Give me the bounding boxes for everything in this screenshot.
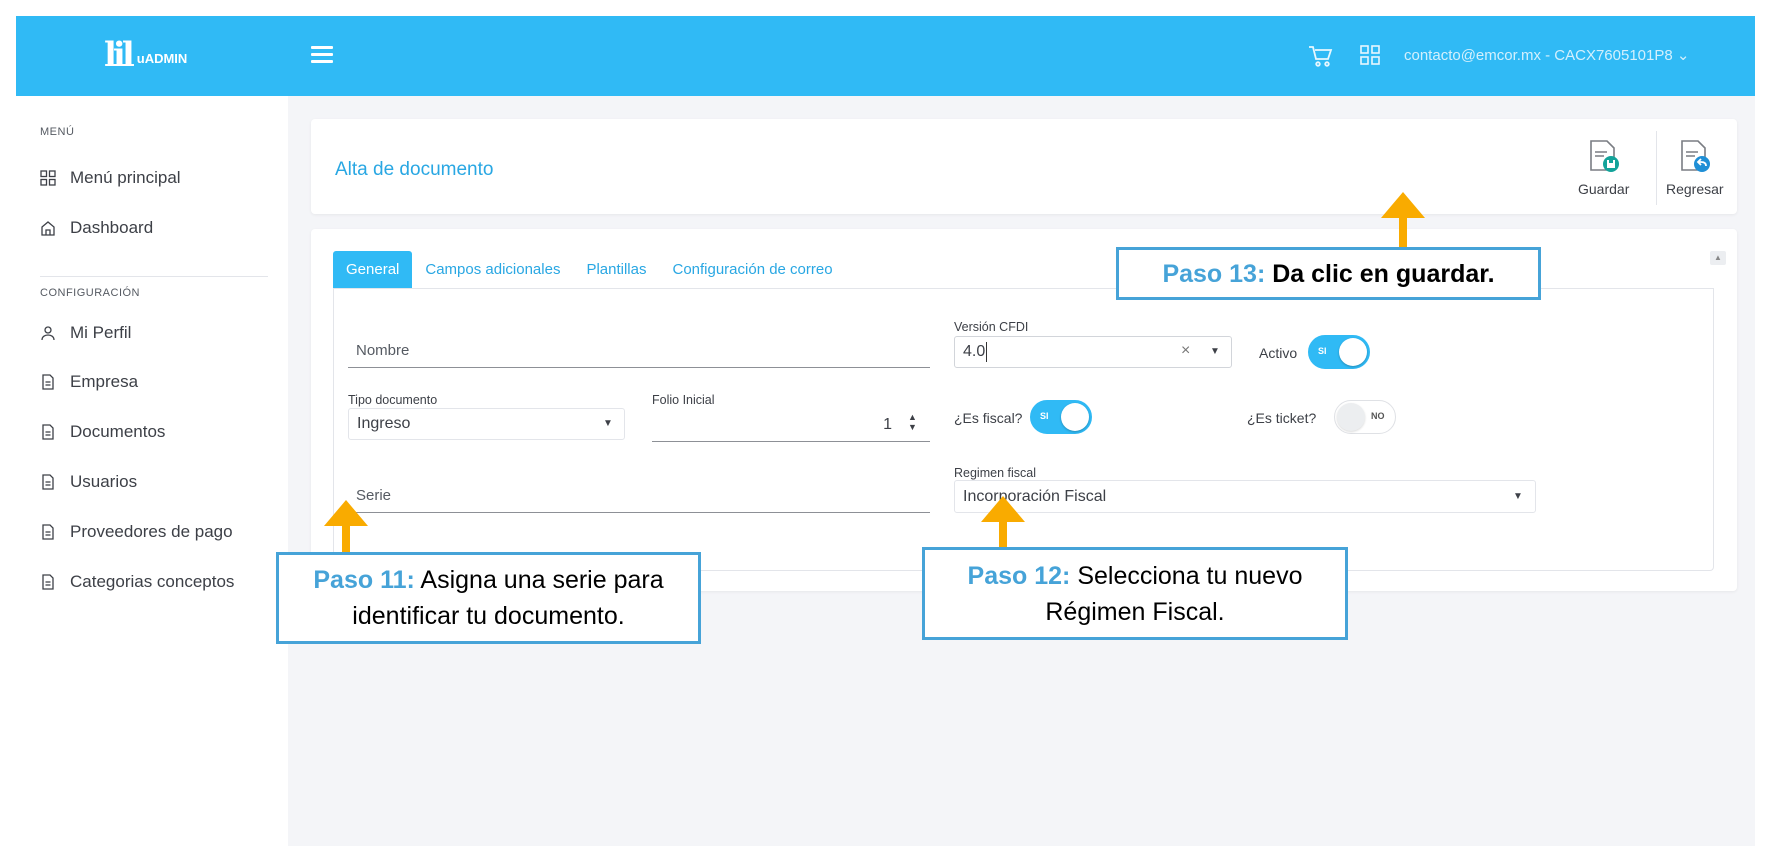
step12-callout: Paso 12: Selecciona tu nuevo Régimen Fis… bbox=[922, 547, 1348, 640]
sidebar-item-label: Menú principal bbox=[70, 168, 181, 187]
page-title: Alta de documento bbox=[335, 159, 494, 180]
app-window: lil uADMIN contacto@emcor.mx - CACX76051… bbox=[16, 16, 1755, 846]
step11-text-a: Asigna una serie para bbox=[420, 566, 664, 594]
apps-grid-icon[interactable] bbox=[1360, 45, 1380, 65]
document-icon bbox=[42, 574, 54, 590]
tipo-documento-select[interactable]: Ingreso ▼ bbox=[348, 408, 625, 440]
grid-icon bbox=[40, 170, 56, 186]
user-icon bbox=[41, 326, 55, 341]
brand-logo[interactable]: lil uADMIN bbox=[104, 38, 187, 72]
regimen-fiscal-label: Regimen fiscal bbox=[954, 466, 1036, 480]
activo-label: Activo bbox=[1259, 345, 1298, 361]
step12-text-a: Selecciona tu nuevo bbox=[1077, 561, 1303, 590]
sidebar-item-label: Proveedores de pago bbox=[70, 522, 233, 541]
tab-plantillas[interactable]: Plantillas bbox=[573, 251, 659, 288]
sidebar-item-label: Documentos bbox=[70, 422, 166, 441]
step12-tag: Paso 12: bbox=[967, 561, 1071, 590]
hamburger-menu-icon[interactable] bbox=[311, 46, 333, 64]
step11-callout: Paso 11: Asigna una serie para identific… bbox=[276, 552, 701, 644]
step12-text-b: Régimen Fiscal. bbox=[1045, 597, 1225, 626]
activo-toggle[interactable]: SI bbox=[1308, 335, 1370, 369]
version-cfdi-label: Versión CFDI bbox=[954, 320, 1029, 334]
page-header-card: Alta de documento Guardar Regresar bbox=[311, 119, 1737, 214]
sidebar-item-dashboard[interactable]: Dashboard bbox=[40, 218, 153, 238]
header-button-separator bbox=[1656, 131, 1657, 205]
es-fiscal-toggle-state: SI bbox=[1040, 411, 1049, 421]
tipo-documento-value: Ingreso bbox=[357, 415, 411, 432]
number-stepper-icon[interactable]: ▲ ▼ bbox=[908, 412, 917, 432]
brand-name: uADMIN bbox=[136, 50, 188, 66]
document-icon bbox=[42, 374, 54, 390]
sidebar-item-proveedores-de-pago[interactable]: Proveedores de pago bbox=[40, 522, 233, 542]
brand-mark: lil bbox=[104, 35, 135, 75]
es-fiscal-label: ¿Es fiscal? bbox=[954, 410, 1023, 426]
step11-tag: Paso 11: bbox=[313, 566, 415, 594]
sidebar-item-usuarios[interactable]: Usuarios bbox=[40, 472, 137, 492]
cart-icon[interactable] bbox=[1306, 42, 1334, 70]
sidebar-item-label: Empresa bbox=[70, 372, 139, 391]
save-button[interactable]: Guardar bbox=[1578, 139, 1629, 197]
back-button[interactable]: Regresar bbox=[1666, 139, 1724, 197]
sidebar-item-label: Mi Perfil bbox=[70, 323, 132, 342]
document-icon bbox=[42, 474, 54, 490]
step13-callout: Paso 13: Da clic en guardar. bbox=[1116, 247, 1541, 300]
user-account-menu[interactable]: contacto@emcor.mx - CACX7605101P8 ⌄ bbox=[1404, 46, 1689, 64]
version-cfdi-select[interactable]: 4.0 × ▼ bbox=[954, 336, 1232, 368]
es-ticket-toggle[interactable]: NO bbox=[1334, 400, 1396, 434]
tab-configuracion-correo[interactable]: Configuración de correo bbox=[659, 251, 845, 288]
tab-general[interactable]: General bbox=[333, 251, 413, 288]
version-cfdi-value: 4.0 bbox=[963, 343, 986, 360]
sidebar-item-label: Usuarios bbox=[70, 472, 138, 491]
chevron-down-icon[interactable]: ▼ bbox=[603, 418, 613, 429]
serie-input[interactable]: Serie bbox=[348, 483, 930, 513]
document-icon bbox=[42, 524, 54, 540]
chevron-down-icon[interactable]: ▼ bbox=[1210, 346, 1220, 357]
sidebar: MENÚ Menú principal Dashboard CONFIGURAC… bbox=[16, 96, 288, 846]
step13-line: Paso 13: Da clic en guardar. bbox=[1162, 256, 1494, 292]
tab-campos-adicionales[interactable]: Campos adicionales bbox=[412, 251, 573, 288]
step12-line1: Paso 12: Selecciona tu nuevo bbox=[968, 558, 1303, 594]
step12-arrow-icon bbox=[981, 496, 1025, 550]
step11-line1: Paso 11: Asigna una serie para bbox=[313, 562, 663, 598]
text-cursor bbox=[986, 342, 988, 362]
home-icon bbox=[41, 221, 55, 236]
step13-text: Da clic en guardar. bbox=[1272, 259, 1495, 288]
back-button-label: Regresar bbox=[1666, 181, 1724, 197]
sidebar-item-label: Dashboard bbox=[70, 218, 154, 237]
sidebar-section-menu: MENÚ bbox=[40, 126, 75, 138]
sidebar-item-label: Categorias conceptos bbox=[70, 572, 235, 591]
folio-inicial-label: Folio Inicial bbox=[652, 393, 715, 407]
sidebar-section-config: CONFIGURACIÓN bbox=[40, 287, 140, 299]
document-icon bbox=[42, 424, 54, 440]
sidebar-item-menu-principal[interactable]: Menú principal bbox=[40, 168, 181, 188]
sidebar-item-mi-perfil[interactable]: Mi Perfil bbox=[40, 323, 131, 343]
step11-arrow-icon bbox=[324, 500, 368, 558]
sidebar-item-documentos[interactable]: Documentos bbox=[40, 422, 165, 442]
chevron-down-icon[interactable]: ▼ bbox=[1513, 491, 1523, 502]
top-bar: lil uADMIN contacto@emcor.mx - CACX76051… bbox=[16, 16, 1755, 96]
folio-inicial-value: 1 bbox=[883, 416, 892, 433]
step11-text-b: identificar tu documento. bbox=[352, 602, 625, 630]
sidebar-divider bbox=[40, 276, 268, 277]
activo-toggle-state: SI bbox=[1318, 346, 1327, 356]
folio-inicial-input[interactable]: 1 bbox=[652, 410, 930, 442]
save-document-icon bbox=[1589, 140, 1619, 172]
scroll-up-arrow-icon[interactable]: ▲ bbox=[1710, 251, 1726, 265]
save-button-label: Guardar bbox=[1578, 181, 1630, 197]
tipo-documento-label: Tipo documento bbox=[348, 393, 438, 407]
step13-arrow-icon bbox=[1381, 192, 1425, 248]
sidebar-item-empresa[interactable]: Empresa bbox=[40, 372, 138, 392]
sidebar-item-categorias-conceptos[interactable]: Categorias conceptos bbox=[40, 572, 234, 592]
nombre-input[interactable]: Nombre bbox=[348, 338, 930, 368]
es-ticket-label: ¿Es ticket? bbox=[1247, 410, 1317, 426]
clear-icon[interactable]: × bbox=[1181, 342, 1190, 360]
regimen-fiscal-select[interactable]: Incorporación Fiscal ▼ bbox=[954, 480, 1536, 513]
es-ticket-toggle-state: NO bbox=[1371, 411, 1385, 421]
tab-bar: General Campos adicionales Plantillas Co… bbox=[333, 251, 846, 288]
return-document-icon bbox=[1680, 140, 1710, 172]
step13-tag: Paso 13: bbox=[1162, 259, 1266, 288]
es-fiscal-toggle[interactable]: SI bbox=[1030, 400, 1092, 434]
